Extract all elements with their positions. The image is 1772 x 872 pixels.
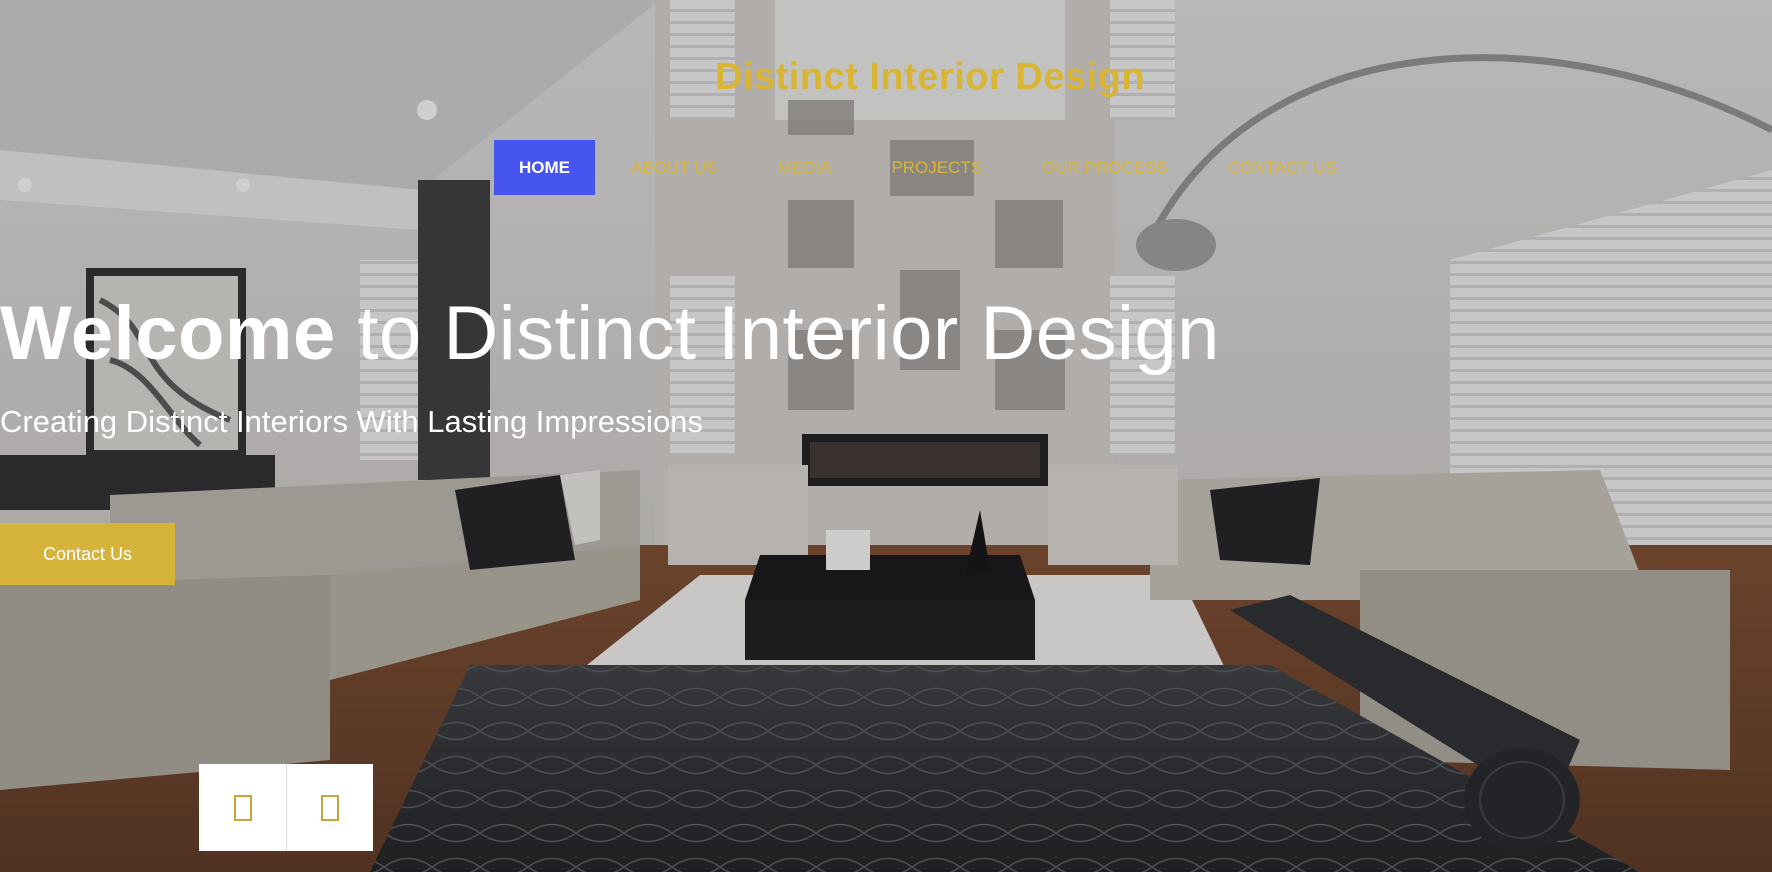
main-navigation: HOME ABOUT US MEDIA PROJECTS OUR PROCESS… (494, 140, 1372, 195)
hero-subheading: Creating Distinct Interiors With Lasting… (0, 404, 703, 439)
nav-item-about-us[interactable]: ABOUT US (606, 140, 743, 195)
slider-prev-button[interactable] (199, 764, 286, 851)
arrow-left-icon (233, 794, 252, 821)
nav-item-media[interactable]: MEDIA (753, 140, 857, 195)
nav-item-contact-us[interactable]: CONTACT US (1203, 140, 1362, 195)
nav-item-projects[interactable]: PROJECTS (866, 140, 1007, 195)
hero-section: Distinct Interior Design HOME ABOUT US M… (0, 0, 1772, 872)
nav-item-our-process[interactable]: OUR PROCESS (1017, 140, 1193, 195)
slider-next-button[interactable] (286, 764, 373, 851)
arrow-right-icon (321, 794, 339, 821)
slider-controls (199, 764, 373, 851)
site-title[interactable]: Distinct Interior Design (0, 56, 1772, 99)
nav-item-home[interactable]: HOME (494, 140, 595, 195)
contact-us-button[interactable]: Contact Us (0, 523, 175, 585)
hero-heading-rest: to Distinct Interior Design (335, 291, 1220, 376)
hero-heading-strong: Welcome (0, 291, 336, 376)
hero-heading: Welcome to Distinct Interior Design (0, 290, 1220, 377)
